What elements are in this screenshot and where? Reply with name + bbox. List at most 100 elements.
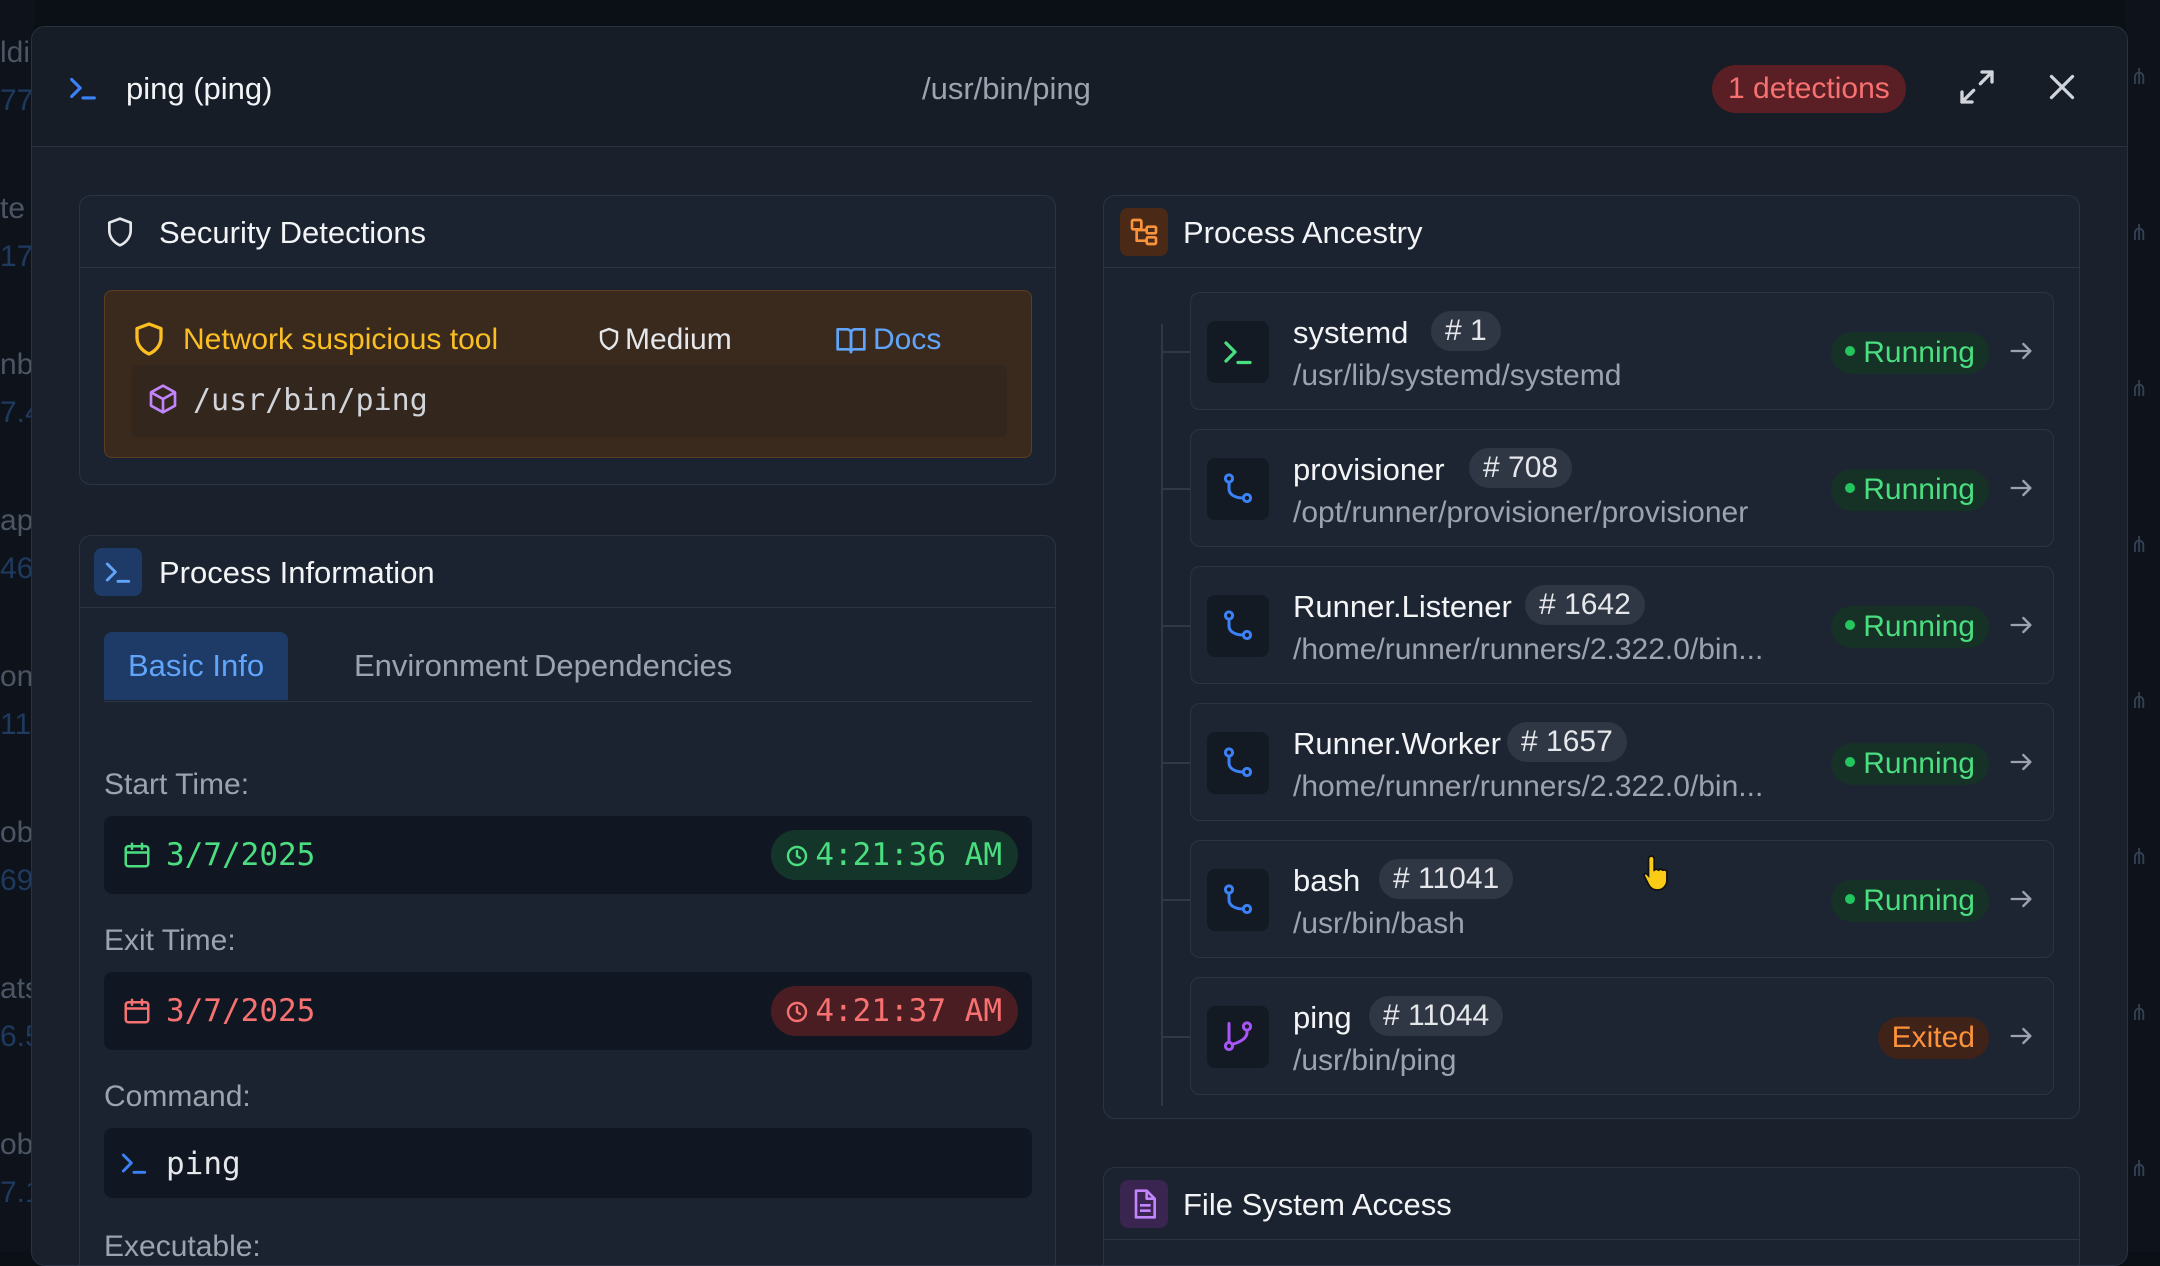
- arrow-right-icon[interactable]: [2007, 337, 2035, 370]
- process-pid: # 1642: [1525, 585, 1645, 625]
- bg-fragment: ob: [0, 1128, 34, 1161]
- modal-title: ping (ping): [126, 71, 273, 106]
- ancestry-node[interactable]: Runner.Listener # 1642 /home/runner/runn…: [1190, 566, 2054, 684]
- exit-time-pill: 4:21:37 AM: [771, 986, 1018, 1036]
- detection-name: Network suspicious tool: [183, 323, 499, 356]
- exit-time-field: 3/7/2025 4:21:37 AM: [104, 972, 1032, 1050]
- process-name: ping: [1293, 1000, 1352, 1035]
- ancestry-node[interactable]: systemd # 1 /usr/lib/systemd/systemd Run…: [1190, 292, 2054, 410]
- bg-fragment: 7.1: [0, 1176, 34, 1209]
- tree-icon: ⋔: [2130, 376, 2149, 401]
- tree-connector: [1161, 324, 1163, 1106]
- process-pid: # 11041: [1379, 859, 1514, 899]
- detection-item: Network suspicious tool Medium Docs /usr…: [104, 290, 1032, 458]
- package-icon: [147, 383, 179, 420]
- bg-fragment: 11: [0, 708, 32, 741]
- process-path: /home/runner/runners/2.322.0/bin...: [1293, 770, 1764, 803]
- ancestry-node[interactable]: Runner.Worker # 1657 /home/runner/runner…: [1190, 703, 2054, 821]
- ancestry-node[interactable]: provisioner # 708 /opt/runner/provisione…: [1190, 429, 2054, 547]
- status-badge: Running: [1831, 332, 1989, 374]
- process-path: /usr/bin/ping: [1293, 1044, 1457, 1077]
- bg-fragment: ldi: [0, 36, 31, 69]
- tab-dependencies[interactable]: Dependencies: [510, 632, 756, 700]
- process-path: /usr/bin/bash: [1293, 907, 1465, 940]
- terminal-icon: [66, 71, 100, 110]
- expand-icon[interactable]: [1957, 67, 1997, 112]
- arrow-right-icon[interactable]: [2007, 748, 2035, 781]
- book-icon[interactable]: [835, 324, 867, 361]
- process-pid: # 1: [1431, 311, 1501, 351]
- card-header: Process Ancestry: [1104, 196, 2079, 268]
- bg-fragment: te: [0, 192, 26, 225]
- clock-icon: [785, 993, 809, 1029]
- bg-fragment: on: [0, 660, 34, 693]
- process-path: /home/runner/runners/2.322.0/bin...: [1293, 633, 1764, 666]
- process-name: provisioner: [1293, 452, 1445, 487]
- close-icon[interactable]: [2044, 69, 2080, 110]
- arrow-right-icon[interactable]: [2007, 1022, 2035, 1055]
- tree-branch: [1161, 625, 1190, 627]
- git-branch-icon: [1207, 595, 1269, 657]
- shield-icon: [104, 216, 136, 253]
- status-badge: Exited: [1877, 1017, 1989, 1059]
- ancestry-node[interactable]: bash # 11041 /usr/bin/bash Running: [1190, 840, 2054, 958]
- terminal-icon: [1207, 321, 1269, 383]
- detection-path-box: /usr/bin/ping: [131, 365, 1007, 437]
- tree-icon: ⋔: [2130, 220, 2149, 245]
- tree-branch: [1161, 1036, 1190, 1038]
- bg-fragment: ats: [0, 972, 34, 1005]
- git-branch-icon: [1207, 732, 1269, 794]
- card-header: File System Access: [1104, 1168, 2079, 1240]
- card-title: Process Ancestry: [1183, 215, 1423, 250]
- arrow-right-icon[interactable]: [2007, 474, 2035, 507]
- severity-label: Medium: [625, 323, 732, 356]
- tree-icon: ⋔: [2130, 1156, 2149, 1181]
- bg-fragment: 6.5: [0, 1020, 34, 1053]
- arrow-right-icon[interactable]: [2007, 885, 2035, 918]
- card-title: File System Access: [1183, 1187, 1452, 1222]
- tree-branch: [1161, 899, 1190, 901]
- docs-link[interactable]: Docs: [873, 323, 941, 357]
- calendar-icon: [122, 840, 152, 875]
- ancestry-node[interactable]: ping # 11044 /usr/bin/ping Exited: [1190, 977, 2054, 1095]
- tree-icon: ⋔: [2130, 688, 2149, 713]
- file-system-access-card: File System Access: [1103, 1167, 2080, 1265]
- severity-shield-icon: [597, 327, 621, 356]
- shield-warning-icon: [131, 321, 167, 362]
- card-header: Process Information: [80, 536, 1055, 608]
- process-information-card: Process Information Basic Info Environme…: [79, 535, 1056, 1265]
- tab-basic-info[interactable]: Basic Info: [104, 632, 289, 700]
- bg-fragment: ap: [0, 504, 34, 537]
- git-fork-icon: [1207, 1006, 1269, 1068]
- process-name: bash: [1293, 863, 1361, 898]
- clock-icon: [785, 837, 809, 873]
- background-right-strip: ⋔ ⋔ ⋔ ⋔ ⋔ ⋔ ⋔ ⋔: [2126, 0, 2160, 1252]
- bg-fragment: ob: [0, 816, 34, 849]
- process-pid: # 11044: [1369, 996, 1504, 1036]
- status-badge: Running: [1831, 606, 1989, 648]
- arrow-right-icon[interactable]: [2007, 611, 2035, 644]
- process-ancestry-card: Process Ancestry systemd # 1 /usr/lib/sy…: [1103, 195, 2080, 1119]
- start-time: 4:21:36 AM: [815, 837, 1002, 873]
- detections-badge[interactable]: 1 detections: [1712, 65, 1906, 113]
- card-title: Process Information: [159, 555, 435, 590]
- tree-branch: [1161, 488, 1190, 490]
- file-text-icon: [1120, 1180, 1168, 1228]
- command-text: ping: [166, 1146, 241, 1182]
- process-name: systemd: [1293, 315, 1409, 350]
- modal-header: ping (ping) /usr/bin/ping 1 detections: [32, 27, 2127, 147]
- process-name: Runner.Listener: [1293, 589, 1512, 624]
- calendar-icon: [122, 996, 152, 1031]
- start-date: 3/7/2025: [166, 837, 316, 873]
- start-time-label: Start Time:: [104, 768, 250, 801]
- exit-time: 4:21:37 AM: [815, 993, 1002, 1029]
- bg-fragment: 77: [0, 84, 34, 117]
- process-detail-modal: ping (ping) /usr/bin/ping 1 detections S…: [31, 26, 2128, 1266]
- status-badge: Running: [1831, 743, 1989, 785]
- command-field: ping: [104, 1128, 1032, 1198]
- tree-branch: [1161, 351, 1190, 353]
- exit-date: 3/7/2025: [166, 993, 316, 1029]
- pointer-cursor-icon: [1640, 853, 1674, 898]
- command-label: Command:: [104, 1080, 251, 1113]
- process-path: /usr/lib/systemd/systemd: [1293, 359, 1622, 392]
